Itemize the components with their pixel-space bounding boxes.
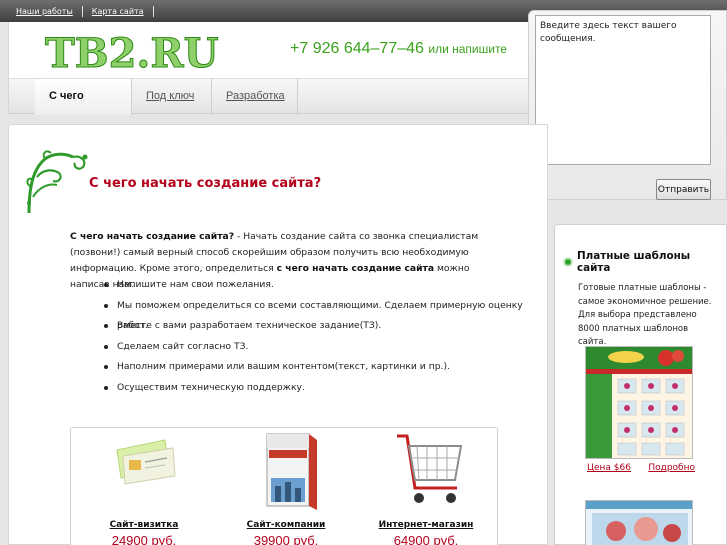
shopping-cart-icon (397, 434, 463, 503)
nav-item-turnkey[interactable]: Под ключ (132, 79, 212, 115)
list-item: Мы поможем определиться со всеми составл… (104, 296, 547, 331)
product-card-shop: Интернет-магазин 64900 руб. (361, 428, 491, 545)
send-button[interactable]: Отправить (656, 179, 711, 200)
template-info: Цена $66 Подробно (587, 463, 695, 473)
sidebar-description: Готовые платные шаблоны - самое экономич… (578, 283, 712, 347)
bullet-icon (565, 259, 571, 265)
template-price[interactable]: Цена $66 (587, 463, 631, 473)
page-title: С чего начать создание сайта? (89, 176, 322, 191)
floral-ornament-icon (26, 150, 88, 214)
top-link-our-works[interactable]: Наши работы (16, 7, 73, 16)
software-box-icon (266, 433, 317, 510)
main-nav: С чего начать Под ключ Разработка (9, 78, 529, 136)
intro-bold: С чего начать создание сайта? (70, 231, 235, 242)
nav-item-development[interactable]: Разработка (212, 79, 298, 115)
main-content: С чего начать создание сайта? С чего нач… (8, 124, 548, 545)
intro-bold: с чего начать создание сайта (276, 263, 435, 274)
product-price: 64900 руб. (393, 533, 459, 545)
company-box-image[interactable] (221, 428, 351, 516)
list-item: Сделаем сайт согласно ТЗ. (104, 337, 547, 358)
business-card-icon (116, 439, 176, 485)
divider (152, 6, 154, 17)
product-card-business-card: Сайт-визитка 24900 руб. (79, 428, 209, 545)
header: TB2.RU +7 926 644–77–46 или напишите С ч… (8, 22, 529, 136)
product-link-company[interactable]: Сайт-компании (221, 520, 351, 530)
list-item: Вместе с вами разработаем техническое за… (104, 316, 547, 337)
list-item: Напишите нам свои пожелания. (104, 275, 547, 296)
site-logo[interactable]: TB2.RU (44, 30, 218, 78)
template-preview[interactable] (585, 346, 693, 459)
product-price: 24900 руб. (111, 533, 177, 545)
product-card-company: Сайт-компании 39900 руб. (221, 428, 351, 545)
shopping-cart-image[interactable] (361, 428, 491, 516)
list-item: Наполним примерами или вашим контентом(т… (104, 357, 547, 378)
list-item: Осуществим техническую поддержку. (104, 378, 547, 399)
top-links: Наши работы Карта сайта (16, 6, 163, 17)
divider (81, 6, 83, 17)
business-card-image[interactable] (79, 428, 209, 516)
template-details-link[interactable]: Подробно (648, 463, 695, 473)
message-form: Введите здесь текст вашего сообщения. От… (528, 10, 727, 200)
top-link-sitemap[interactable]: Карта сайта (92, 7, 144, 16)
sidebar-title: Платные шаблоны сайта (565, 250, 726, 274)
product-link-business-card[interactable]: Сайт-визитка (79, 520, 209, 530)
template-preview-2[interactable] (585, 500, 693, 545)
template-thumbnail-2 (586, 501, 692, 545)
products-panel: Сайт-визитка 24900 руб. Сайт-компании 39… (70, 427, 498, 545)
phone-suffix: или напишите (428, 42, 507, 56)
sidebar-title-label: Платные шаблоны сайта (576, 250, 691, 274)
flower-shop-template-thumbnail (586, 347, 692, 458)
sidebar: Платные шаблоны сайта Готовые платные ша… (554, 224, 727, 545)
nav-item-start-active[interactable]: С чего начать (35, 79, 132, 136)
steps-list: Напишите нам свои пожелания. Мы поможем … (104, 275, 547, 399)
phone-line: +7 926 644–77–46 или напишите (290, 40, 507, 58)
product-link-shop[interactable]: Интернет-магазин (361, 520, 491, 530)
message-textarea[interactable]: Введите здесь текст вашего сообщения. (535, 15, 711, 165)
phone-number: +7 926 644–77–46 (290, 40, 424, 57)
product-price: 39900 руб. (253, 533, 319, 545)
